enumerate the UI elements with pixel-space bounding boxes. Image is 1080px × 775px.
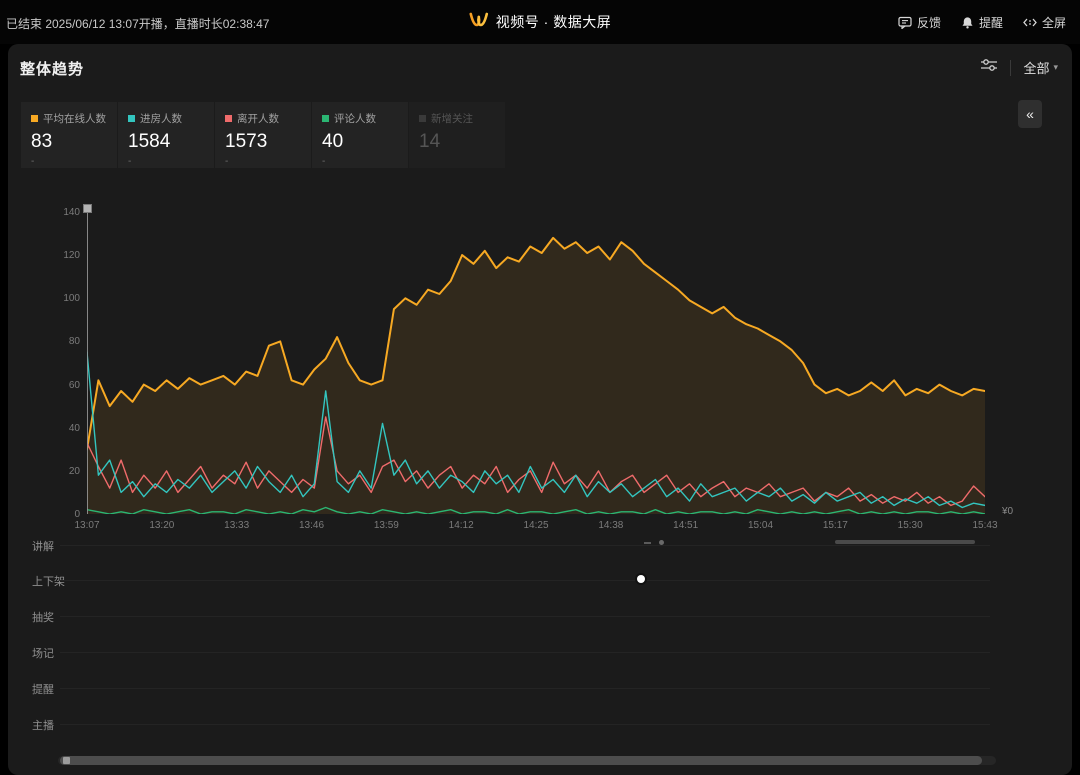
stat-value: 1584 <box>128 131 204 153</box>
event-row-notes-label: 场记 <box>32 645 54 661</box>
x-tick-label: 13:07 <box>67 520 107 531</box>
collapse-button[interactable]: « <box>1018 100 1042 128</box>
stat-sub: - <box>31 156 107 167</box>
settings-sliders-icon[interactable] <box>980 58 998 77</box>
event-row-explain-line <box>60 545 990 546</box>
stat-card-avg-online[interactable]: 平均在线人数 83 - <box>21 102 117 168</box>
stat-card-new-followers[interactable]: 新增关注 14 <box>409 102 505 168</box>
stat-value: 40 <box>322 131 398 153</box>
x-tick-label: 15:43 <box>965 520 1005 531</box>
timeline-marker-handle[interactable] <box>83 204 92 213</box>
x-tick-label: 14:25 <box>516 520 556 531</box>
app-title: 视频号 · 数据大屏 <box>496 12 611 32</box>
y-tick-label: 0 <box>74 509 80 520</box>
y-tick-label: 40 <box>69 423 80 434</box>
timeline-marker[interactable] <box>87 212 88 514</box>
stat-card-leave-count[interactable]: 离开人数 1573 - <box>215 102 311 168</box>
trend-chart <box>87 212 985 514</box>
stat-label: 离开人数 <box>237 111 279 126</box>
stat-value: 14 <box>419 131 495 153</box>
event-row-lottery-line <box>60 616 990 617</box>
event-row-host-line <box>60 724 990 725</box>
y-tick-label: 60 <box>69 380 80 391</box>
x-tick-label: 13:33 <box>217 520 257 531</box>
y-tick-label: 100 <box>63 293 80 304</box>
x-tick-label: 15:30 <box>890 520 930 531</box>
topbar: 已结束 2025/06/12 13:07开播，直播时长02:38:47 视频号 … <box>0 0 1080 44</box>
fullscreen-button[interactable]: 全屏 <box>1023 14 1066 31</box>
panel-controls: 全部 ▾ <box>980 58 1058 77</box>
stat-sub <box>419 156 495 166</box>
y-axis-labels: 020406080100120140 <box>42 212 80 514</box>
y-tick-label: 140 <box>63 207 80 218</box>
x-tick-label: 14:38 <box>591 520 631 531</box>
chevron-down-icon: ▾ <box>1053 62 1058 73</box>
stat-value: 83 <box>31 131 107 153</box>
event-row-explain-label: 讲解 <box>32 538 54 554</box>
event-row-listing-label: 上下架 <box>32 573 65 589</box>
y-tick-label: 80 <box>69 336 80 347</box>
stat-value: 1573 <box>225 131 301 153</box>
feedback-icon <box>898 16 912 29</box>
event-row-reminder-line <box>60 688 990 689</box>
legend-marker-followers <box>419 115 426 122</box>
live-status-text: 已结束 2025/06/12 13:07开播，直播时长02:38:47 <box>6 15 269 32</box>
trend-chart-svg <box>87 212 985 514</box>
app-header: 视频号 · 数据大屏 <box>469 0 611 44</box>
x-tick-label: 15:04 <box>741 520 781 531</box>
right-axis-zero-label: ¥0 <box>1002 506 1013 517</box>
page-title: 整体趋势 <box>20 58 84 79</box>
event-row-notes-line <box>60 652 990 653</box>
legend-marker-avg-online <box>31 115 38 122</box>
stat-sub: - <box>225 156 301 167</box>
stat-label: 评论人数 <box>334 111 376 126</box>
legend-marker-enter <box>128 115 135 122</box>
stat-card-enter-count[interactable]: 进房人数 1584 - <box>118 102 214 168</box>
fullscreen-label: 全屏 <box>1042 14 1066 31</box>
x-tick-label: 13:20 <box>142 520 182 531</box>
filter-all-label: 全部 <box>1023 58 1049 77</box>
event-row-lottery-label: 抽奖 <box>32 609 54 625</box>
bottom-scrollbar-handle[interactable] <box>63 757 70 764</box>
y-tick-label: 20 <box>69 466 80 477</box>
channels-logo-icon <box>469 12 489 33</box>
topbar-actions: 反馈 提醒 全屏 <box>898 0 1066 44</box>
x-tick-label: 14:51 <box>666 520 706 531</box>
event-row-reminder-label: 提醒 <box>32 681 54 697</box>
y-tick-label: 120 <box>63 250 80 261</box>
chart-horizontal-scrollbar[interactable] <box>835 540 975 544</box>
legend-marker-comment <box>322 115 329 122</box>
feedback-label: 反馈 <box>917 14 941 31</box>
stat-label: 进房人数 <box>140 111 182 126</box>
reminder-button[interactable]: 提醒 <box>961 14 1003 31</box>
reminder-label: 提醒 <box>979 14 1003 31</box>
event-row-host-label: 主播 <box>32 717 54 733</box>
feedback-button[interactable]: 反馈 <box>898 14 941 31</box>
event-row-listing-line <box>60 580 990 581</box>
x-tick-label: 13:46 <box>292 520 332 531</box>
divider <box>1010 60 1011 76</box>
x-tick-label: 15:17 <box>815 520 855 531</box>
legend-marker-leave <box>225 115 232 122</box>
filter-all-dropdown[interactable]: 全部 ▾ <box>1023 58 1058 77</box>
fullscreen-icon <box>1023 16 1037 29</box>
stat-label: 平均在线人数 <box>43 111 106 126</box>
x-tick-label: 14:12 <box>441 520 481 531</box>
stat-sub: - <box>128 156 204 167</box>
bell-icon <box>961 16 974 29</box>
stat-sub: - <box>322 156 398 167</box>
x-axis-labels: 13:0713:2013:3313:4613:5914:1214:2514:38… <box>87 520 985 534</box>
x-tick-label: 13:59 <box>366 520 406 531</box>
trend-panel: 整体趋势 全部 ▾ 平均在线人数 83 - 进房人数 1584 - 离开人数 1… <box>8 44 1072 775</box>
stat-cards: 平均在线人数 83 - 进房人数 1584 - 离开人数 1573 - 评论人数… <box>21 102 505 168</box>
bottom-scrollbar-thumb[interactable] <box>60 756 982 765</box>
listing-event-dot[interactable] <box>637 575 645 583</box>
chart-pager-dash[interactable] <box>644 542 651 544</box>
stat-label: 新增关注 <box>431 111 473 126</box>
stat-card-comment-count[interactable]: 评论人数 40 - <box>312 102 408 168</box>
